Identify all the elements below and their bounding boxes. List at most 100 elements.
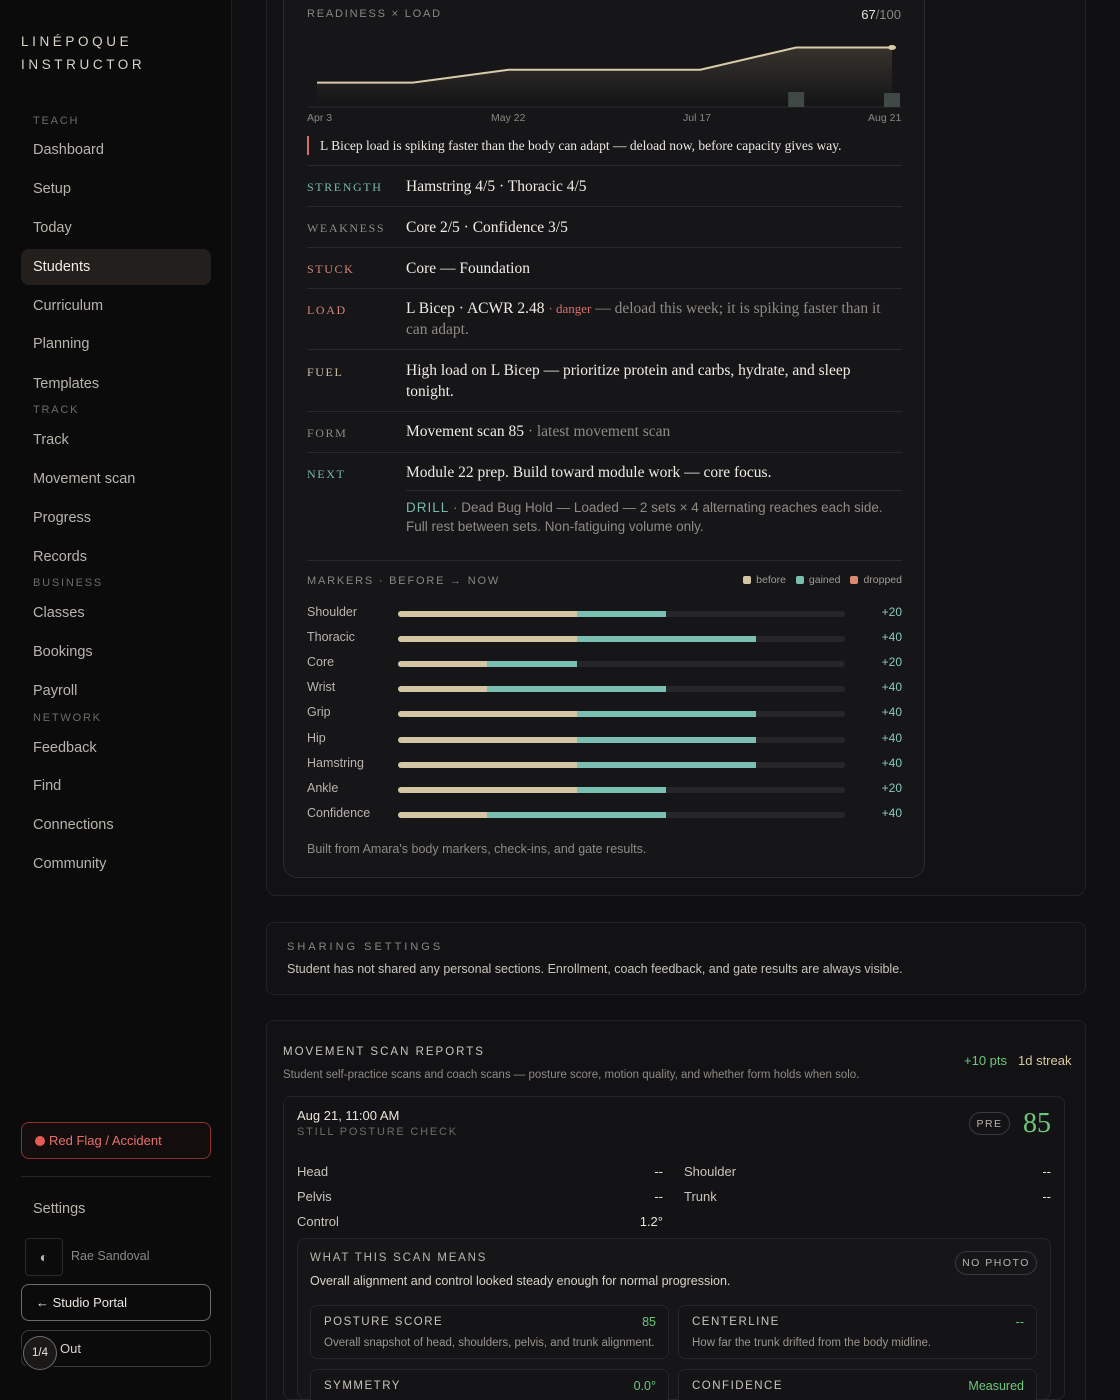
- nav-section-business: BUSINESS: [33, 577, 104, 589]
- sidebar-item-dashboard[interactable]: Dashboard: [21, 132, 211, 168]
- sidebar-item-students[interactable]: Students: [21, 249, 211, 285]
- readiness-score: 67/100: [861, 7, 901, 22]
- streak-badge: 1d streak: [1018, 1053, 1072, 1068]
- page-indicator[interactable]: 1/4: [23, 1336, 57, 1370]
- metric-card-value: Measured: [968, 1379, 1024, 1393]
- sharing-title: SHARING SETTINGS: [287, 941, 444, 953]
- marker-delta: +40: [881, 805, 902, 820]
- sidebar-item-curriculum[interactable]: Curriculum: [21, 288, 211, 324]
- x-tick-label: May 22: [491, 112, 526, 124]
- user-name: Rae Sandoval: [71, 1249, 150, 1263]
- marker-delta: +40: [881, 705, 902, 720]
- legend-label: gained: [808, 574, 841, 586]
- theme-toggle-icon[interactable]: ◐: [25, 1238, 63, 1276]
- sidebar-item-track[interactable]: Track: [21, 422, 211, 458]
- legend-swatch: [850, 576, 859, 584]
- marker-name: Hip: [307, 730, 326, 745]
- next-label: NEXT: [307, 467, 346, 481]
- marker-gained-bar: [487, 661, 577, 668]
- red-flag-button[interactable]: Red Flag / Accident: [21, 1122, 211, 1159]
- sidebar-item-find[interactable]: Find: [21, 768, 211, 804]
- scan-meaning-title: WHAT THIS SCAN MEANS: [310, 1252, 488, 1264]
- marker-gained-bar: [487, 811, 667, 818]
- row-divider: [307, 165, 902, 166]
- drill-recommendation: DRILL · Dead Bug Hold — Loaded — 2 sets …: [406, 498, 906, 536]
- marker-row: Shoulder +20: [307, 605, 902, 623]
- marker-gained-bar: [576, 636, 756, 643]
- legend-gained: gained: [795, 574, 841, 586]
- legend-label: before: [756, 574, 786, 586]
- scan-score: 85: [1023, 1108, 1051, 1139]
- brand-role: INSTRUCTOR: [21, 57, 146, 72]
- metric-card-value: 0.0°: [633, 1379, 656, 1393]
- legend-swatch: [743, 576, 752, 584]
- nav-section-teach: TEACH: [33, 115, 80, 127]
- marker-delta: +40: [881, 680, 902, 695]
- marker-before-bar: [398, 811, 488, 818]
- sidebar-item-settings[interactable]: Settings: [33, 1201, 85, 1217]
- weakness-label: WEAKNESS: [307, 221, 386, 235]
- marker-delta: +40: [881, 755, 902, 770]
- row-divider: [307, 411, 902, 412]
- marker-row: Ankle +20: [307, 781, 902, 799]
- row-divider: [307, 452, 902, 453]
- markers-title: MARKERS · BEFORE → NOW: [307, 575, 500, 587]
- sidebar-item-records[interactable]: Records: [21, 539, 211, 575]
- sidebar-item-today[interactable]: Today: [21, 210, 211, 246]
- metric-card-value: 85: [642, 1315, 656, 1329]
- sidebar-item-setup[interactable]: Setup: [21, 171, 211, 207]
- readiness-latest-point: [888, 45, 896, 50]
- sidebar-item-classes[interactable]: Classes: [21, 595, 211, 631]
- fuel-value: High load on L Bicep — prioritize protei…: [406, 362, 851, 400]
- brand-logo[interactable]: LINÉPOQUE INSTRUCTOR: [21, 30, 145, 76]
- metric-head-value: --: [654, 1164, 663, 1179]
- sidebar-divider: [21, 1176, 211, 1177]
- marker-name: Hamstring: [307, 755, 364, 770]
- marker-row: Wrist +40: [307, 680, 902, 698]
- row-divider: [307, 349, 902, 350]
- metric-shoulder-value: --: [1042, 1164, 1051, 1179]
- metric-shoulder-label: Shoulder: [684, 1164, 737, 1179]
- confidence-card: CONFIDENCE Measured: [678, 1369, 1037, 1400]
- sharing-settings-panel: [266, 922, 1086, 995]
- scan-date: Aug 21, 11:00 AM: [297, 1108, 400, 1123]
- studio-portal-button[interactable]: ← Studio Portal: [21, 1284, 211, 1321]
- sidebar-item-templates[interactable]: Templates: [21, 366, 211, 402]
- metric-head-label: Head: [297, 1164, 329, 1179]
- metric-trunk-value: --: [1042, 1189, 1051, 1204]
- metric-control-value: 1.2°: [639, 1214, 663, 1229]
- sidebar-item-movement-scan[interactable]: Movement scan: [21, 461, 211, 497]
- form-score: Movement scan 85: [406, 423, 524, 440]
- metric-pelvis-value: --: [654, 1189, 663, 1204]
- marker-name: Confidence: [307, 805, 371, 820]
- markers-legend: before gained dropped: [743, 574, 902, 586]
- marker-before-bar: [398, 661, 488, 668]
- marker-track: [398, 811, 845, 818]
- load-alert: L Bicep load is spiking faster than the …: [307, 136, 841, 155]
- posture-score-card: POSTURE SCORE 85 Overall snapshot of hea…: [310, 1305, 669, 1359]
- sidebar-item-planning[interactable]: Planning: [21, 326, 211, 362]
- marker-track: [398, 736, 845, 743]
- marker-delta: +40: [881, 730, 902, 745]
- legend-dropped: dropped: [850, 574, 902, 586]
- load-acwr: L Bicep · ACWR 2.48: [406, 300, 545, 317]
- sidebar-item-progress[interactable]: Progress: [21, 500, 211, 536]
- readiness-score-value: 67: [861, 7, 876, 22]
- marker-row: Grip +40: [307, 705, 902, 723]
- legend-swatch: [795, 576, 804, 584]
- movement-scan-desc: Student self-practice scans and coach sc…: [283, 1069, 860, 1081]
- sidebar-item-community[interactable]: Community: [21, 846, 211, 882]
- sidebar-item-bookings[interactable]: Bookings: [21, 634, 211, 670]
- stuck-value: Core — Foundation: [406, 260, 530, 277]
- marker-before-bar: [398, 761, 577, 768]
- marker-before-bar: [398, 686, 488, 693]
- marker-before-bar: [398, 786, 577, 793]
- load-value: L Bicep · ACWR 2.48 · danger — deload th…: [406, 298, 896, 340]
- metric-card-title: POSTURE SCORE: [324, 1316, 444, 1328]
- sidebar-item-payroll[interactable]: Payroll: [21, 673, 211, 709]
- sidebar-item-feedback[interactable]: Feedback: [21, 730, 211, 766]
- sidebar-item-connections[interactable]: Connections: [21, 807, 211, 843]
- legend-label: dropped: [863, 574, 902, 586]
- x-tick-label: Jul 17: [683, 112, 712, 124]
- form-note: · latest movement scan: [523, 423, 671, 440]
